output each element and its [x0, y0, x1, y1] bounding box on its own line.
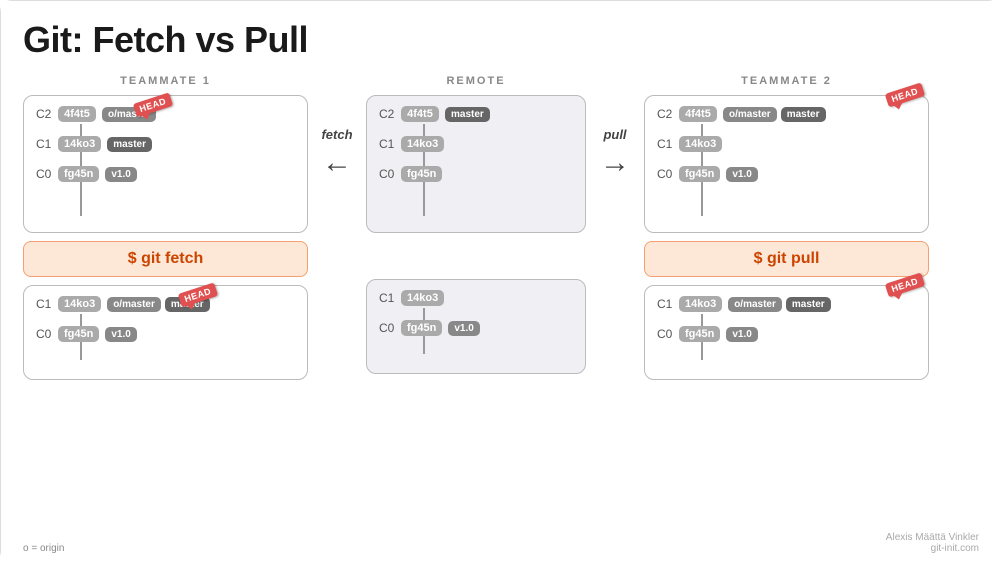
commit-label: C1: [657, 297, 679, 311]
footer-credit: Alexis Määttä Vinkler git-init.com: [886, 532, 979, 554]
branch-v1: v1.0: [105, 327, 136, 342]
branch-v1: v1.0: [726, 327, 757, 342]
fetch-command-box: $ git fetch: [23, 241, 308, 277]
commit-hash: 4f4t5: [58, 106, 96, 122]
commit-label: C0: [379, 167, 401, 181]
branch-v1: v1.0: [105, 167, 136, 182]
remote-spacer: [366, 233, 586, 279]
commit-hash: 4f4t5: [401, 106, 439, 122]
commit-hash: 14ko3: [679, 296, 722, 312]
remote-bottom-diagram: C1 14ko3 C0 fg45n v1.0: [366, 279, 586, 374]
teammate1-top-diagram: HEAD C2 4f4t5 o/master C1 14ko3 master C…: [23, 95, 308, 233]
commit-label: C0: [379, 321, 401, 335]
pull-arrow-area: pull →: [590, 127, 640, 180]
commit-label: C1: [379, 291, 401, 305]
main-content: TEAMMATE 1 HEAD C2 4f4t5 o/master C1 14k…: [23, 75, 979, 380]
commit-hash: 14ko3: [58, 296, 101, 312]
commit-hash: 14ko3: [401, 136, 444, 152]
commit-label: C1: [36, 137, 58, 151]
commit-row-c0-bottom: C0 fg45n v1.0: [36, 326, 295, 342]
commit-hash: 4f4t5: [679, 106, 717, 122]
commit-label: C2: [36, 107, 58, 121]
remote-bottom-c1-row: C1 14ko3: [379, 290, 573, 306]
commit-row-c2: C2 4f4t5 o/master: [36, 106, 295, 122]
branch-omaster: o/master: [728, 297, 782, 312]
commit-hash: fg45n: [58, 166, 99, 182]
teammate2-bottom-diagram: HEAD C1 14ko3 o/master master C0 fg45n v…: [644, 285, 929, 380]
remote-c2-row: C2 4f4t5 master: [379, 106, 573, 122]
branch-master: master: [786, 297, 831, 312]
pull-command-box: $ git pull: [644, 241, 929, 277]
commit-label: C2: [657, 107, 679, 121]
teammate1-bottom-diagram: HEAD C1 14ko3 o/master master C0 fg45n v…: [23, 285, 308, 380]
commit-hash: fg45n: [401, 166, 442, 182]
commit-hash: fg45n: [679, 166, 720, 182]
fetch-arrow-area: fetch ←: [312, 127, 362, 180]
footer-note: o = origin: [23, 543, 64, 554]
commit-label: C0: [657, 327, 679, 341]
branch-omaster: o/master: [107, 297, 161, 312]
t2-c1-row: C1 14ko3: [657, 136, 916, 152]
remote-c1-row: C1 14ko3: [379, 136, 573, 152]
remote-label: REMOTE: [366, 75, 586, 87]
left-arrow-icon: ←: [322, 146, 352, 180]
branch-master: master: [445, 107, 490, 122]
page-title: Git: Fetch vs Pull: [23, 19, 979, 61]
teammate2-column: TEAMMATE 2 HEAD C2 4f4t5 o/master master…: [644, 75, 929, 380]
remote-c0-row: C0 fg45n: [379, 166, 573, 182]
t2-bottom-c0-row: C0 fg45n v1.0: [657, 326, 916, 342]
commit-label: C1: [379, 137, 401, 151]
commit-row-c0: C0 fg45n v1.0: [36, 166, 295, 182]
commit-label: C0: [36, 167, 58, 181]
remote-column: REMOTE C2 4f4t5 master C1 14ko3 C0 fg45n: [366, 75, 586, 374]
branch-master: master: [107, 137, 152, 152]
commit-label: C0: [657, 167, 679, 181]
commit-row-c1-bottom: C1 14ko3 o/master master: [36, 296, 295, 312]
page: Git: Fetch vs Pull TEAMMATE 1 HEAD C2 4f…: [1, 1, 1000, 564]
pull-label: pull: [603, 127, 626, 142]
right-arrow-icon: →: [600, 146, 630, 180]
commit-hash: fg45n: [58, 326, 99, 342]
commit-label: C0: [36, 327, 58, 341]
t2-bottom-c1-row: C1 14ko3 o/master master: [657, 296, 916, 312]
t2-c2-row: C2 4f4t5 o/master master: [657, 106, 916, 122]
remote-top-diagram: C2 4f4t5 master C1 14ko3 C0 fg45n: [366, 95, 586, 233]
commit-hash: 14ko3: [58, 136, 101, 152]
commit-label: C1: [36, 297, 58, 311]
teammate1-label: TEAMMATE 1: [23, 75, 308, 87]
branch-v1: v1.0: [448, 321, 479, 336]
commit-hash: 14ko3: [401, 290, 444, 306]
commit-hash: fg45n: [679, 326, 720, 342]
t2-c0-row: C0 fg45n v1.0: [657, 166, 916, 182]
fetch-label: fetch: [321, 127, 352, 142]
commit-label: C2: [379, 107, 401, 121]
branch-master: master: [781, 107, 826, 122]
remote-bottom-c0-row: C0 fg45n v1.0: [379, 320, 573, 336]
teammate2-label: TEAMMATE 2: [644, 75, 929, 87]
teammate2-top-diagram: HEAD C2 4f4t5 o/master master C1 14ko3 C…: [644, 95, 929, 233]
teammate1-column: TEAMMATE 1 HEAD C2 4f4t5 o/master C1 14k…: [23, 75, 308, 380]
branch-omaster: o/master: [723, 107, 777, 122]
commit-row-c1: C1 14ko3 master: [36, 136, 295, 152]
commit-hash: 14ko3: [679, 136, 722, 152]
branch-v1: v1.0: [726, 167, 757, 182]
commit-label: C1: [657, 137, 679, 151]
commit-hash: fg45n: [401, 320, 442, 336]
